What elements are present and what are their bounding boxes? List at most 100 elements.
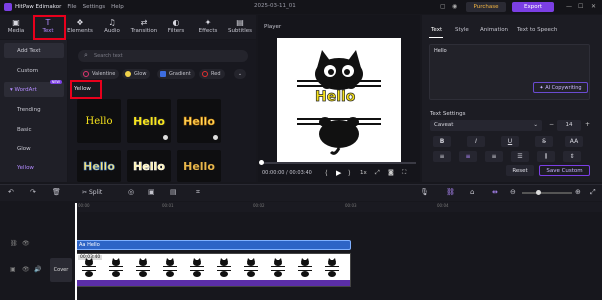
preview-canvas[interactable]: Hello [277,38,401,162]
fullscreen-icon[interactable]: ⤢ [375,169,380,177]
elements-icon: ❖ [76,18,84,27]
wordart-tile-6[interactable]: Hello [177,150,221,182]
tab-text-to-speech[interactable]: Text to Speech [517,27,557,33]
search-input[interactable]: ⌕ Search text [78,50,248,62]
tab-transition[interactable]: ⇄ Transition [128,15,160,39]
uppercase-button[interactable]: AA [565,136,583,147]
audio-waveform-strip [76,280,350,286]
zoom-out-icon[interactable]: ⊖ [510,188,516,196]
text-tool-icon[interactable]: ▣ [148,188,155,196]
speed-select[interactable]: 1x [360,170,367,176]
zoom-slider[interactable] [522,192,572,194]
strikethrough-button[interactable]: S̶ [535,136,553,147]
redo-icon[interactable]: ↷ [30,188,36,196]
account-icon[interactable]: ◉ [452,3,457,10]
add-text-label: Add Text [17,47,41,54]
fit-icon[interactable]: ⤢ [590,188,596,197]
playhead[interactable] [75,203,77,300]
glow-label: Glow [17,145,31,152]
track-lock-icon[interactable]: ⛓ [10,240,18,247]
undo-icon[interactable]: ↶ [8,188,14,196]
tab-text-props[interactable]: Text [431,27,442,33]
marker-icon[interactable]: ◎ [128,188,134,196]
tab-audio[interactable]: ♫ Audio [96,15,128,39]
minimize-icon[interactable]: — [566,3,572,10]
progress-handle[interactable] [259,160,264,165]
video-track-icon[interactable]: ▣ [10,266,16,273]
tab-animation[interactable]: Animation [480,27,508,33]
decrease-size-button[interactable]: − [549,121,554,128]
menu-file[interactable]: File [67,4,76,10]
tab-elements[interactable]: ❖ Elements [64,15,96,39]
close-icon[interactable]: ✕ [591,3,596,10]
chip-red[interactable]: Red [199,69,225,79]
export-button[interactable]: Export [512,2,554,12]
mic-icon[interactable]: 🎙 [420,188,429,196]
ai-copywriting-button[interactable]: ✦ AI Copywriting [533,82,588,93]
zoom-in-icon[interactable]: ⊕ [575,188,581,196]
next-frame-icon[interactable]: ⟩ [348,169,351,177]
mute-icon[interactable]: 🔊 [34,266,41,273]
cover-button[interactable]: Cover [50,258,72,282]
clip-thumbnail [190,258,204,277]
align-center-icon[interactable]: ≡ [459,151,477,162]
split-button[interactable]: ✂ Split [82,189,102,196]
spacing-icon[interactable]: ⇕ [563,151,581,162]
font-size-input[interactable]: 14 [557,120,581,131]
playback-progress[interactable] [262,162,416,164]
maximize-icon[interactable]: ☐ [578,3,583,10]
caption-icon[interactable]: ▤ [170,188,177,196]
glow-item[interactable]: Glow [4,141,64,156]
menu-settings[interactable]: Settings [83,4,106,10]
video-track-visibility-icon[interactable]: 👁 [22,266,30,273]
tab-filters[interactable]: ◐ Filters [160,15,192,39]
yellow-item[interactable]: Yellow [4,160,64,175]
chip-gradient[interactable]: Gradient [157,69,195,79]
wordart-tile-1[interactable]: Hello [77,99,121,143]
basic-item[interactable]: Basic [4,122,64,137]
track-visibility-icon[interactable]: 👁 [22,240,30,247]
align-justify-icon[interactable]: ☰ [511,151,529,162]
crop-icon[interactable]: ⌗ [196,188,200,197]
wordart-tile-5[interactable]: Hello [127,150,171,182]
snap-icon[interactable]: ⇹ [492,188,498,196]
canvas-hello-text[interactable]: Hello [315,89,356,106]
chip-valentine[interactable]: Valentine [80,69,120,79]
magnet-icon[interactable]: ⌂ [470,188,474,196]
snapshot-icon[interactable]: ◙ [388,169,394,176]
link-icon[interactable]: ⛓ [446,188,455,196]
custom-item[interactable]: Custom [4,63,64,78]
tab-style[interactable]: Style [455,27,469,33]
wordart-group[interactable]: ▾ WordArt NEW [4,80,64,97]
trending-item[interactable]: Trending [4,102,64,117]
bold-button[interactable]: B [433,136,451,147]
align-right-icon[interactable]: ≡ [485,151,503,162]
save-custom-button[interactable]: Save Custom [539,165,590,176]
tab-media[interactable]: ▣ Media [0,15,32,39]
play-icon[interactable]: ▶ [336,169,341,177]
text-clip[interactable]: Aa Hello [75,240,351,250]
tab-effects[interactable]: ✦ Effects [192,15,224,39]
wordart-tile-4[interactable]: Hello [77,150,121,182]
vertical-align-icon[interactable]: ⫼ [537,151,555,162]
wordart-tile-3[interactable]: Hello [177,99,221,143]
tab-subtitles[interactable]: ▤ Subtitles [224,15,256,39]
expand-icon[interactable]: ⛶ [402,169,406,177]
chip-glow[interactable]: Glow [122,69,151,79]
chips-more-button[interactable]: ⌄ [234,69,246,79]
add-text-item[interactable]: Add Text [4,43,64,58]
reset-button[interactable]: Reset [506,165,534,176]
increase-size-button[interactable]: + [585,121,590,128]
zoom-handle[interactable] [536,190,541,195]
layout-icon[interactable]: ▢ [440,3,446,10]
italic-button[interactable]: I [467,136,485,147]
underline-button[interactable]: U [501,136,519,147]
menu-help[interactable]: Help [111,4,124,10]
delete-icon[interactable]: 🗑 [52,188,61,196]
timeline-ruler[interactable] [74,202,602,212]
font-select[interactable]: Caveat ⌄ [430,120,542,131]
wordart-tile-2[interactable]: Hello [127,99,171,143]
prev-frame-icon[interactable]: ⟨ [325,169,328,177]
align-left-icon[interactable]: ≡ [433,151,451,162]
purchase-button[interactable]: Purchase [466,2,506,12]
